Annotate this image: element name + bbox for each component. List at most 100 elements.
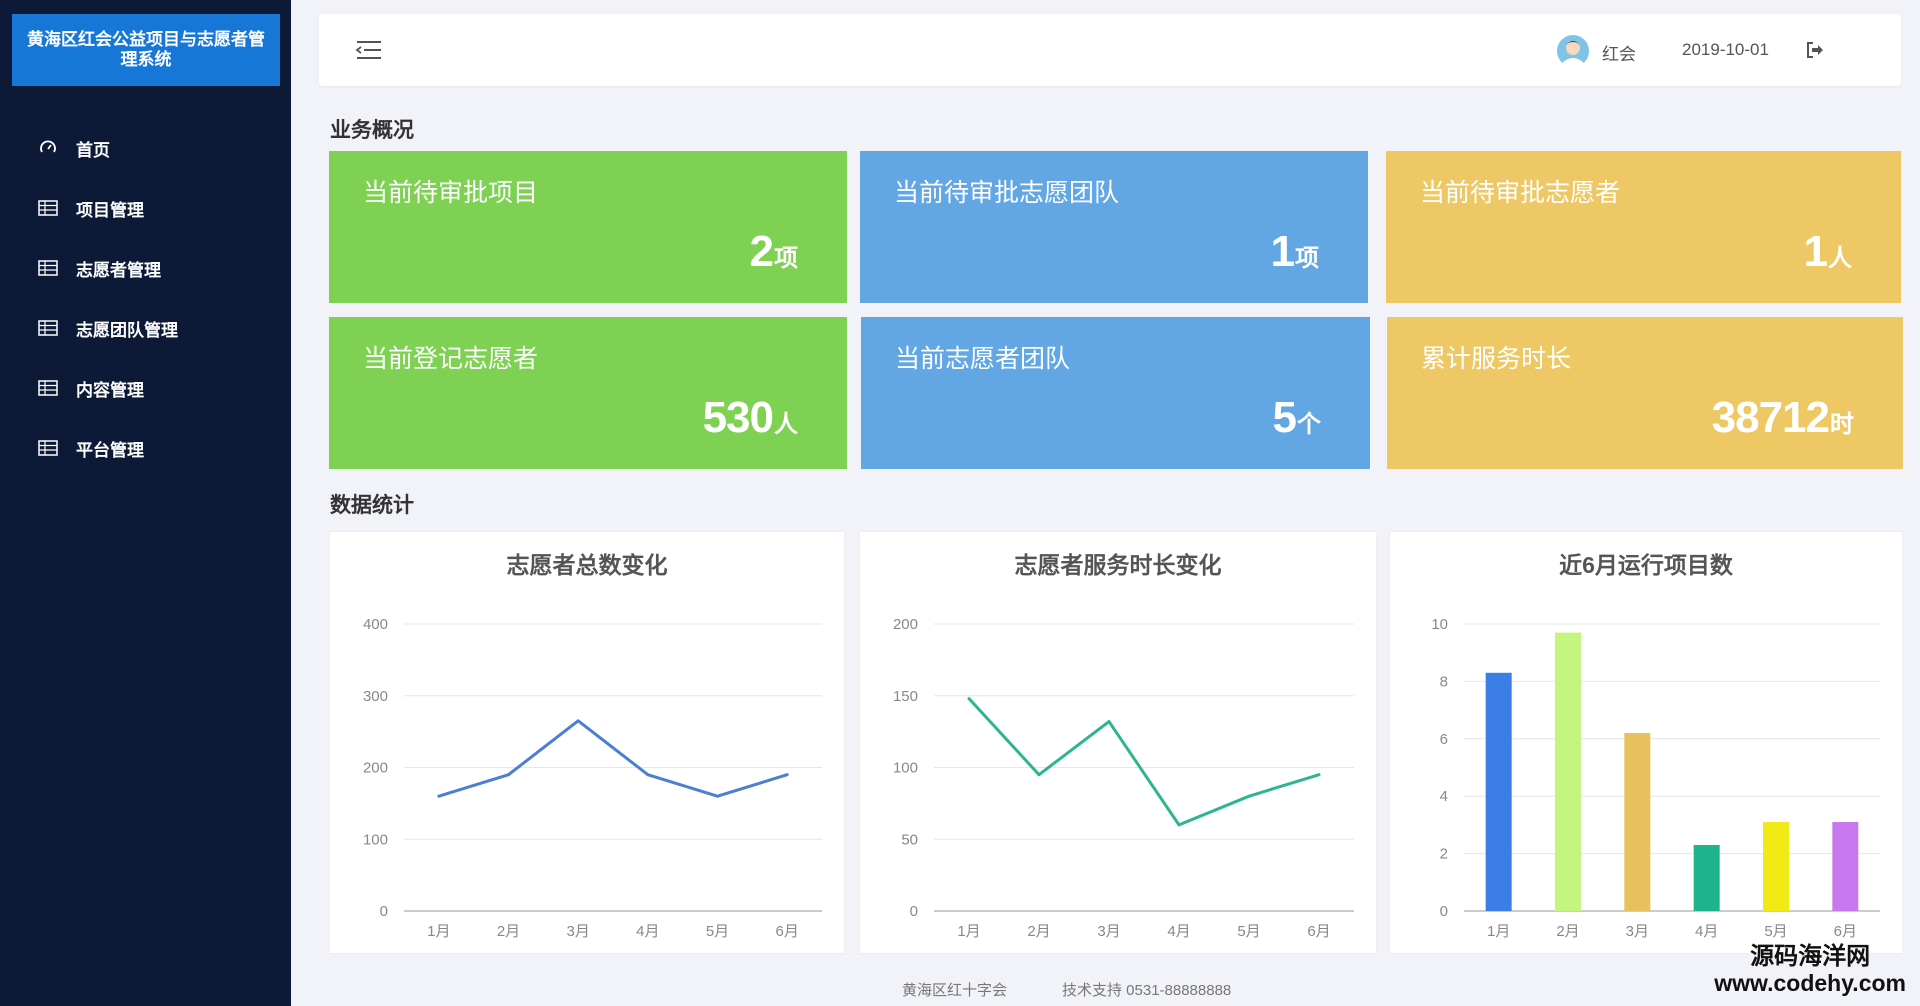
x-tick-label: 4月 bbox=[1167, 923, 1190, 940]
chart-svg: 0 2 4 6 8 10 1月 2月 3月 4月 5月 6月 bbox=[1431, 616, 1880, 940]
app-root: 黄海区红会公益项目与志愿者管理系统 首页 项目管理 志愿者管理 志愿团队管理 内… bbox=[0, 0, 1920, 1006]
x-tick-label: 5月 bbox=[1237, 923, 1260, 940]
app-logo-title[interactable]: 黄海区红会公益项目与志愿者管理系统 bbox=[12, 14, 280, 86]
kpi-card-volunteer-teams[interactable]: 当前志愿者团队 5个 bbox=[861, 317, 1370, 469]
overview-title: 业务概况 bbox=[330, 119, 414, 142]
x-tick-label: 3月 bbox=[1626, 923, 1649, 940]
series-line bbox=[438, 719, 788, 798]
avatar[interactable] bbox=[1556, 34, 1590, 68]
data-point bbox=[646, 773, 650, 777]
bar bbox=[1763, 822, 1789, 911]
table-icon bbox=[38, 380, 58, 396]
kpi-value: 1人 bbox=[1803, 227, 1852, 276]
stats-title: 数据统计 bbox=[330, 494, 414, 517]
kpi-value: 1项 bbox=[1270, 227, 1319, 276]
kpi-label: 当前登记志愿者 bbox=[363, 345, 539, 373]
watermark-name: 源码海洋网 bbox=[1750, 943, 1871, 970]
kpi-label: 累计服务时长 bbox=[1421, 345, 1572, 373]
y-tick-label: 0 bbox=[910, 903, 918, 920]
kpi-label: 当前志愿者团队 bbox=[895, 345, 1071, 373]
y-tick-label: 100 bbox=[363, 831, 388, 848]
kpi-card-pending-volunteers[interactable]: 当前待审批志愿者 1人 bbox=[1386, 151, 1901, 303]
user-name[interactable]: 红会 bbox=[1602, 40, 1636, 65]
sidebar-item-content[interactable]: 内容管理 bbox=[0, 358, 291, 418]
y-tick-label: 10 bbox=[1431, 616, 1448, 633]
sidebar-item-label: 志愿者管理 bbox=[76, 260, 161, 280]
y-tick-label: 50 bbox=[901, 831, 918, 848]
bar bbox=[1555, 632, 1581, 911]
dashboard-icon bbox=[38, 140, 58, 156]
y-tick-label: 150 bbox=[893, 688, 918, 705]
x-tick-label: 6月 bbox=[775, 923, 798, 940]
menu-toggle-icon[interactable] bbox=[355, 39, 383, 61]
sidebar-item-volunteers[interactable]: 志愿者管理 bbox=[0, 238, 291, 298]
footer-org: 黄海区红十字会 bbox=[902, 982, 1008, 999]
x-tick-label: 3月 bbox=[1097, 923, 1120, 940]
kpi-value: 5个 bbox=[1272, 393, 1321, 442]
sidebar-item-label: 志愿团队管理 bbox=[76, 320, 178, 340]
x-tick-label: 1月 bbox=[1487, 923, 1510, 940]
data-point bbox=[1177, 823, 1181, 827]
data-point bbox=[1247, 794, 1251, 798]
kpi-value: 38712时 bbox=[1711, 393, 1854, 442]
table-icon bbox=[38, 260, 58, 276]
data-point bbox=[437, 794, 441, 798]
data-point bbox=[507, 773, 510, 777]
y-tick-label: 400 bbox=[363, 616, 388, 633]
sidebar-item-platform[interactable]: 平台管理 bbox=[0, 418, 291, 478]
x-tick-label: 3月 bbox=[566, 923, 589, 940]
y-tick-label: 0 bbox=[1440, 903, 1448, 920]
y-tick-label: 100 bbox=[893, 760, 918, 777]
kpi-card-registered-volunteers[interactable]: 当前登记志愿者 530人 bbox=[329, 317, 847, 469]
current-date: 2019-10-01 bbox=[1682, 40, 1769, 59]
data-point bbox=[576, 719, 580, 723]
chart-svg: 0 50 100 150 200 1月 2月 3月 4月 5月 6月 bbox=[893, 616, 1354, 940]
table-icon bbox=[38, 440, 58, 456]
sidebar-item-label: 项目管理 bbox=[76, 200, 144, 220]
kpi-value: 530人 bbox=[702, 393, 798, 442]
sidebar-item-label: 首页 bbox=[76, 140, 110, 160]
sidebar-item-projects[interactable]: 项目管理 bbox=[0, 178, 291, 238]
x-tick-label: 6月 bbox=[1834, 923, 1857, 940]
table-icon bbox=[38, 200, 58, 216]
y-tick-label: 200 bbox=[363, 760, 388, 777]
y-tick-label: 200 bbox=[893, 616, 918, 633]
chart-panel-volunteer-total: 志愿者总数变化 0 100 200 300 400 1月 2月 3月 4月 5月 6月 bbox=[329, 531, 845, 954]
data-point bbox=[967, 697, 971, 701]
watermark: 源码海洋网 www.codehy.com bbox=[1714, 943, 1906, 997]
chart-panel-monthly-projects: 近6月运行项目数 0 2 4 6 8 10 1月 2月 3月 4月 5月 6月 bbox=[1389, 531, 1903, 954]
kpi-card-service-hours[interactable]: 累计服务时长 38712时 bbox=[1387, 317, 1903, 469]
kpi-value: 2项 bbox=[749, 227, 798, 276]
watermark-url: www.codehy.com bbox=[1714, 970, 1906, 996]
data-point bbox=[716, 794, 719, 798]
y-tick-label: 300 bbox=[363, 688, 388, 705]
y-tick-label: 0 bbox=[380, 903, 388, 920]
bar bbox=[1693, 844, 1720, 911]
kpi-card-pending-projects[interactable]: 当前待审批项目 2项 bbox=[329, 151, 847, 303]
data-point bbox=[1317, 773, 1321, 777]
data-point bbox=[1037, 773, 1041, 777]
x-tick-label: 2月 bbox=[1027, 923, 1050, 940]
x-tick-label: 2月 bbox=[497, 923, 520, 940]
sidebar-nav: 首页 项目管理 志愿者管理 志愿团队管理 内容管理 平台管理 bbox=[0, 118, 291, 478]
sidebar-item-label: 内容管理 bbox=[76, 380, 144, 400]
x-tick-label: 5月 bbox=[1764, 923, 1787, 940]
series-line bbox=[967, 697, 1320, 827]
x-tick-label: 1月 bbox=[427, 923, 450, 940]
sidebar-item-teams[interactable]: 志愿团队管理 bbox=[0, 298, 291, 358]
x-tick-label: 4月 bbox=[636, 923, 659, 940]
sidebar-item-home[interactable]: 首页 bbox=[0, 118, 291, 178]
top-header: 红会 2019-10-01 bbox=[319, 14, 1901, 86]
y-tick-label: 4 bbox=[1440, 788, 1448, 805]
kpi-label: 当前待审批志愿者 bbox=[1420, 179, 1621, 207]
x-tick-label: 2月 bbox=[1556, 923, 1579, 940]
logout-icon[interactable] bbox=[1804, 39, 1826, 61]
x-tick-label: 4月 bbox=[1695, 923, 1718, 940]
y-tick-label: 8 bbox=[1440, 673, 1448, 690]
kpi-label: 当前待审批志愿团队 bbox=[894, 179, 1120, 207]
x-tick-label: 1月 bbox=[957, 923, 980, 940]
bar bbox=[1485, 672, 1512, 911]
kpi-card-pending-teams[interactable]: 当前待审批志愿团队 1项 bbox=[860, 151, 1368, 303]
x-tick-label: 6月 bbox=[1307, 923, 1330, 940]
bar bbox=[1624, 733, 1651, 911]
